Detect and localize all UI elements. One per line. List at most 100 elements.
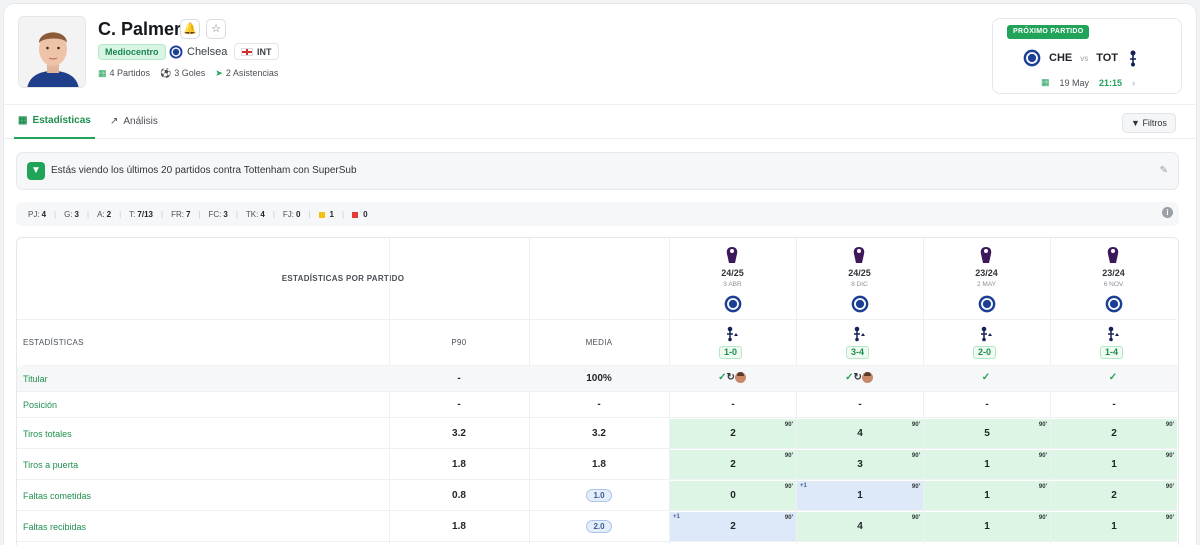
minutes-played: 90' [1165,453,1174,459]
table-row: Titular -100% ✓↻ ✓↻ ✓ ✓ [17,366,1178,392]
table-icon: ▦ [18,115,28,126]
match-date: 2 MAY [976,281,997,288]
match-stat-cell[interactable]: 90' 0 [670,481,796,510]
pencil-icon[interactable]: ✎ [1160,165,1168,176]
cell-value: 2 [1111,490,1117,501]
stats-table: ESTADÍSTICAS POR PARTIDO ESTADÍSTICAS P9… [16,237,1179,545]
col-header-stats: ESTADÍSTICAS [23,320,389,366]
summary-item: T: 7/13 [129,210,153,219]
summary-key: TK: [245,210,259,219]
match-opponent: 2-0 [923,320,1050,366]
match-stat-cell[interactable]: 90' 5 [924,419,1050,448]
match-stat-cell[interactable]: 90' 1 [924,512,1050,541]
summary-item: TK: 4 [246,210,265,219]
next-match-card[interactable]: PRÓXIMO PARTIDO CHE vs TOT ▦ 19 May 21:1… [992,18,1182,94]
match-header[interactable]: 23/24 2 MAY [923,238,1050,320]
summary-value: 4 [41,210,47,219]
match-date: 8 DIC [851,281,868,288]
starter-cell: ✓↻ [669,372,795,383]
tab-estadisticas[interactable]: ▦ Estadísticas [14,105,95,139]
player-mini-avatar [861,372,873,383]
summary-item: FR: 7 [171,210,190,219]
minutes-played: 90' [1038,515,1047,521]
match-stat-cell[interactable]: 90' +1 2 [670,512,796,541]
match-stat-cell[interactable]: 90' 1 [1051,512,1177,541]
cell-value: - [731,399,735,410]
chevron-right-icon[interactable]: › [1132,78,1135,88]
match-stat-cell[interactable]: 90' 1 [924,450,1050,479]
row-label[interactable]: Posición [23,400,57,410]
match-header[interactable]: 24/25 8 DIC [796,238,923,320]
row-media: 1.0 [586,489,612,502]
match-score: 1-0 [719,346,743,359]
red-cards: 0 [352,210,368,219]
table-row: Faltas cometidas 0.8 1.0 90' 0 90' +1 1 90' 1 90' 2 [17,480,1178,511]
player-header: C. Palmer 🔔 ☆ Mediocentro Chelsea INT ▦ 4… [4,4,1196,104]
match-stat-cell[interactable]: - [670,392,796,418]
summary-key: PJ: [28,210,40,219]
team-label[interactable]: Chelsea [169,44,227,60]
row-label[interactable]: Tiros totales [23,429,72,439]
match-stat-cell[interactable]: 90' 3 [797,450,923,479]
row-p90: 1.8 [452,459,466,470]
match-stat-cell[interactable]: 90' 4 [797,512,923,541]
table-row: Posición - - - - - - [17,392,1178,418]
row-p90: - [457,399,461,410]
starter-cell: ✓ [923,372,1049,383]
col-header-media: MEDIA [529,320,669,366]
tottenham-crest-icon [1108,326,1119,342]
match-header[interactable]: 23/24 6 NOV [1050,238,1177,320]
chelsea-crest-icon [724,295,742,313]
assists-stat: ➤ 2 Asistencias [215,68,279,78]
tab-analisis[interactable]: ↗ Análisis [110,105,158,139]
minutes-played: 90' [911,422,920,428]
next-match-time: 21:15 [1099,77,1123,88]
row-label[interactable]: Faltas cometidas [23,491,91,501]
goals-stat: ⚽ 3 Goles [160,68,206,78]
away-team: TOT [1096,52,1119,64]
col-header-p90: P90 [389,320,529,366]
cell-value: 2 [1111,428,1117,439]
summary-bar: PJ: 4 | G: 3 | A: 2 | T: 7/13 | FR: 7 | FC: 3 | TK: … [16,202,1179,226]
tab-bar: ▦ Estadísticas ↗ Análisis ▼ Filtros [4,104,1196,139]
summary-item: G: 3 [64,210,79,219]
match-stat-cell[interactable]: 90' 4 [797,419,923,448]
cell-value: 2 [730,521,736,532]
match-header[interactable]: 24/25 3 ABR [669,238,796,320]
minutes-played: 90' [1038,484,1047,490]
cell-value: 2 [730,428,736,439]
match-stat-cell[interactable]: 90' 1 [1051,450,1177,479]
minutes-played: 90' [1165,484,1174,490]
row-label[interactable]: Titular [23,374,48,384]
row-label[interactable]: Tiros a puerta [23,460,78,470]
player-avatar [18,16,86,88]
match-stat-cell[interactable]: 90' 2 [1051,481,1177,510]
match-season: 23/24 [975,268,998,278]
cell-value: - [858,399,862,410]
match-stat-cell[interactable]: 90' +1 1 [797,481,923,510]
match-stat-cell[interactable]: - [924,392,1050,418]
summary-item: FJ: 0 [283,210,301,219]
cell-value: 0 [730,490,736,501]
delta-label: +1 [800,483,807,489]
info-icon[interactable]: i [1162,207,1173,218]
match-stat-cell[interactable]: 90' 2 [670,450,796,479]
match-stat-cell[interactable]: - [797,392,923,418]
match-score: 3-4 [846,346,870,359]
row-media: 2.0 [586,520,612,533]
table-row: Tiros a puerta 1.8 1.8 90' 2 90' 3 90' 1 90' 1 [17,449,1178,480]
match-stat-cell[interactable]: - [1051,392,1177,418]
match-stat-cell[interactable]: 90' 2 [1051,419,1177,448]
bell-icon[interactable]: 🔔 [180,19,200,39]
filters-button[interactable]: ▼ Filtros [1122,113,1176,133]
match-score: 1-4 [1100,346,1124,359]
star-icon[interactable]: ☆ [206,19,226,39]
row-label[interactable]: Faltas recibidas [23,522,86,532]
summary-key: G: [64,210,73,219]
calendar-icon: ▦ [1041,77,1050,87]
summary-value: 3 [223,210,228,219]
position-badge: Mediocentro [98,44,166,60]
match-stat-cell[interactable]: 90' 1 [924,481,1050,510]
match-stat-cell[interactable]: 90' 2 [670,419,796,448]
cell-value: 1 [984,490,990,501]
